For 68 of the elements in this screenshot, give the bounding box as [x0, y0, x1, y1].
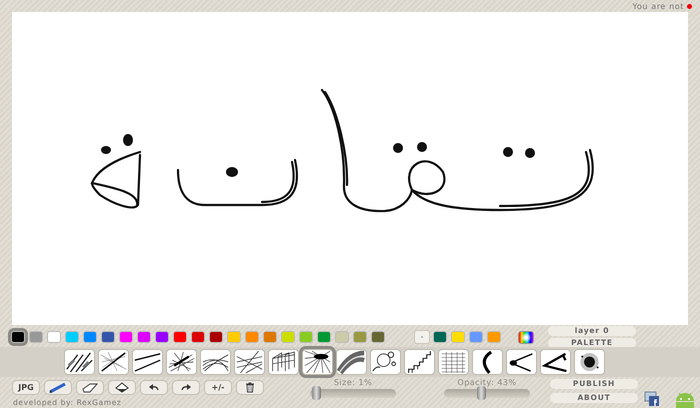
slider-track[interactable]	[310, 389, 396, 398]
redo-icon	[180, 383, 192, 392]
brush-button[interactable]	[64, 349, 95, 375]
color-swatch[interactable]	[209, 331, 223, 343]
brush-button[interactable]	[98, 349, 129, 375]
color-swatch[interactable]	[29, 331, 43, 343]
paint-bucket-icon	[114, 382, 130, 393]
brush-preview-icon	[439, 349, 468, 375]
color-swatch[interactable]	[245, 331, 259, 343]
brush-button[interactable]	[302, 349, 333, 375]
brush-button[interactable]	[540, 349, 571, 375]
slider-label: Opacity: 43%	[457, 378, 517, 388]
brush-preview-icon	[303, 349, 332, 375]
color-swatch[interactable]	[317, 331, 331, 343]
slider-label: Size: 1%	[334, 378, 372, 388]
color-swatch[interactable]	[371, 331, 385, 343]
brush-button[interactable]	[472, 349, 503, 375]
swap-colors-button[interactable]	[414, 330, 430, 344]
facebook-icon[interactable]	[644, 391, 660, 406]
redo-button[interactable]	[172, 380, 200, 395]
delete-button[interactable]	[236, 380, 264, 395]
brush-preview-icon	[235, 349, 264, 375]
brush-button[interactable]	[574, 349, 605, 375]
brush-button[interactable]	[234, 349, 265, 375]
color-swatch[interactable]	[119, 331, 133, 343]
color-swatch[interactable]	[335, 331, 349, 343]
tool-button[interactable]: +/-	[204, 380, 232, 395]
color-swatch[interactable]	[469, 331, 483, 343]
brush-button[interactable]	[132, 349, 163, 375]
slider-track[interactable]	[444, 389, 530, 398]
color-swatch[interactable]	[433, 331, 447, 343]
trash-icon	[245, 382, 255, 393]
color-swatch[interactable]	[155, 331, 169, 343]
brush-button[interactable]	[200, 349, 231, 375]
color-swatch[interactable]	[353, 331, 367, 343]
color-swatch[interactable]	[263, 331, 277, 343]
brush-button[interactable]	[370, 349, 401, 375]
color-swatch[interactable]	[451, 331, 465, 343]
brush-button[interactable]	[166, 349, 197, 375]
color-swatch[interactable]	[83, 331, 97, 343]
undo-button[interactable]	[140, 380, 168, 395]
brush-button[interactable]	[506, 349, 537, 375]
fill-button[interactable]	[108, 380, 136, 395]
pencil-button[interactable]	[44, 380, 72, 395]
slider-thumb[interactable]	[477, 386, 486, 400]
tool-button[interactable]: JPG	[12, 380, 40, 395]
color-swatch[interactable]	[173, 331, 187, 343]
color-swatch[interactable]	[191, 331, 205, 343]
slider-thumb[interactable]	[312, 386, 322, 400]
color-swatch[interactable]	[65, 331, 79, 343]
brush-preview-icon	[405, 349, 434, 375]
color-swatch[interactable]	[47, 331, 61, 343]
color-swatch[interactable]	[281, 331, 295, 343]
color-swatch[interactable]	[227, 331, 241, 343]
brush-button[interactable]	[404, 349, 435, 375]
color-swatch[interactable]	[487, 331, 501, 343]
color-swatch[interactable]	[101, 331, 115, 343]
brush-button[interactable]	[438, 349, 469, 375]
brush-preview-icon	[337, 349, 366, 375]
eraser-button[interactable]	[76, 380, 104, 395]
color-swatch[interactable]	[11, 331, 25, 343]
undo-icon	[148, 383, 160, 392]
eraser-icon	[82, 382, 98, 392]
color-picker-icon[interactable]	[518, 330, 534, 344]
color-swatch[interactable]	[299, 331, 313, 343]
brush-button[interactable]	[268, 349, 299, 375]
color-swatch[interactable]	[137, 331, 151, 343]
login-status: You are not	[632, 2, 684, 10]
